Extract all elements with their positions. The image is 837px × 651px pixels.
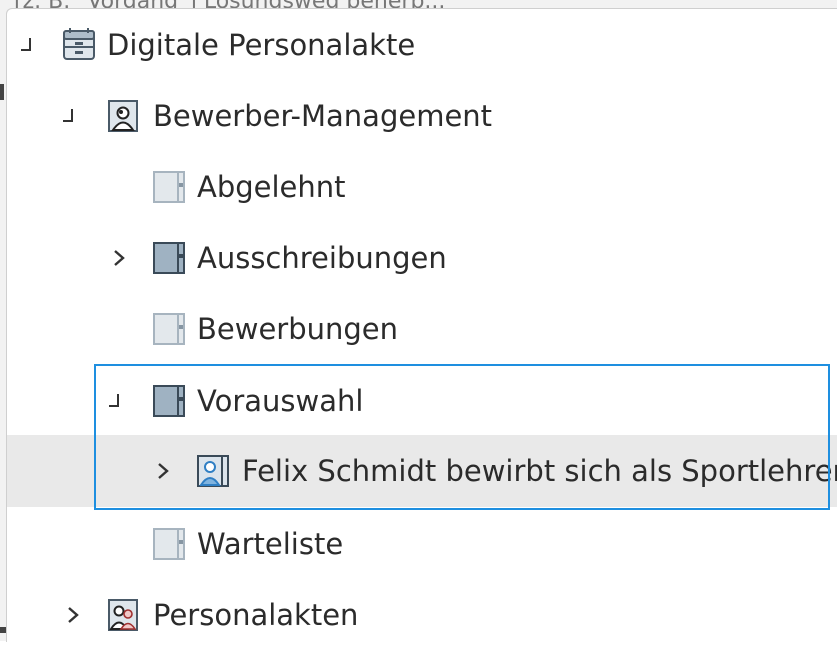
person-folder-icon xyxy=(105,98,141,134)
tree-item-label: Ausschreibungen xyxy=(197,241,447,275)
tree-item-warteliste[interactable]: Warteliste xyxy=(7,508,837,580)
tree-item-digitale-personalakte[interactable]: Digitale Personalakte xyxy=(7,9,837,81)
folder-light-icon xyxy=(151,169,187,205)
people-folder-icon xyxy=(105,597,141,633)
tree-item-label: Personalakten xyxy=(153,598,359,632)
chevron-right-icon[interactable] xyxy=(63,605,83,625)
tree-item-abgelehnt[interactable]: Abgelehnt xyxy=(7,151,837,223)
tree-item-label: Felix Schmidt bewirbt sich als Sportlehr… xyxy=(242,454,837,488)
collapse-icon[interactable] xyxy=(21,35,41,55)
folder-dark-icon xyxy=(151,240,187,276)
collapse-icon[interactable] xyxy=(109,391,129,411)
tree-item-label: Digitale Personalakte xyxy=(107,28,416,62)
tree-item-personalakten[interactable]: Personalakten xyxy=(7,579,837,651)
tree-item-label: Bewerbungen xyxy=(197,312,399,346)
tree-panel: Digitale Personalakte Bewerber-Managemen… xyxy=(6,8,837,642)
folder-dark-icon xyxy=(151,383,187,419)
chevron-right-icon[interactable] xyxy=(109,248,129,268)
chevron-right-icon[interactable] xyxy=(153,461,173,481)
tree-item-label: Abgelehnt xyxy=(197,170,346,204)
tree-item-vorauswahl[interactable]: Vorauswahl xyxy=(7,365,837,437)
tree-item-felix-schmidt[interactable]: Felix Schmidt bewirbt sich als Sportlehr… xyxy=(7,435,837,507)
collapse-icon[interactable] xyxy=(63,106,83,126)
edge-marker xyxy=(0,627,6,633)
folder-light-icon xyxy=(151,311,187,347)
tree-item-label: Vorauswahl xyxy=(197,384,364,418)
tree-item-bewerber-management[interactable]: Bewerber-Management xyxy=(7,80,837,152)
tree-item-label: Bewerber-Management xyxy=(153,99,493,133)
tree-item-ausschreibungen[interactable]: Ausschreibungen xyxy=(7,222,837,294)
tree-item-label: Warteliste xyxy=(197,527,344,561)
archive-icon xyxy=(61,27,97,63)
tree-item-bewerbungen[interactable]: Bewerbungen xyxy=(7,293,837,365)
edge-marker xyxy=(0,84,4,100)
folder-light-icon xyxy=(151,526,187,562)
person-file-icon xyxy=(195,453,231,489)
